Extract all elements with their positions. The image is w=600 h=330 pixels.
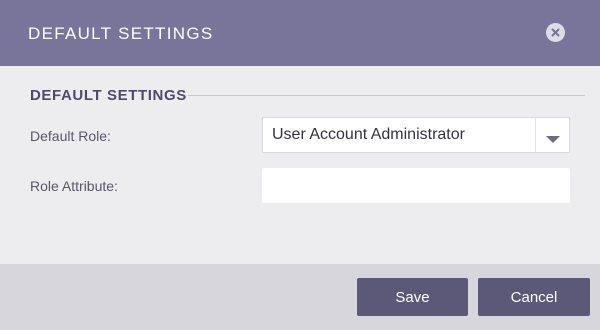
save-button[interactable]: Save: [357, 278, 468, 316]
caret-down-icon[interactable]: [545, 131, 561, 149]
section-header: DEFAULT SETTINGS: [30, 86, 585, 106]
default-role-value: User Account Administrator: [272, 126, 465, 143]
select-divider: [535, 118, 536, 152]
role-attribute-label: Role Attribute:: [30, 178, 118, 194]
default-role-select[interactable]: User Account Administrator: [262, 117, 570, 153]
default-settings-dialog: DEFAULT SETTINGS DEFAULT SETTINGS Defaul…: [0, 0, 600, 330]
close-button[interactable]: [546, 23, 565, 42]
default-role-label: Default Role:: [30, 128, 111, 144]
dialog-footer: Save Cancel: [0, 264, 600, 330]
dialog-header: DEFAULT SETTINGS: [0, 0, 600, 66]
section-divider: [188, 95, 585, 96]
close-icon: [551, 28, 560, 37]
dialog-title: DEFAULT SETTINGS: [28, 24, 214, 43]
role-attribute-input[interactable]: [262, 168, 570, 203]
cancel-button[interactable]: Cancel: [478, 278, 590, 316]
section-title: DEFAULT SETTINGS: [30, 87, 187, 104]
